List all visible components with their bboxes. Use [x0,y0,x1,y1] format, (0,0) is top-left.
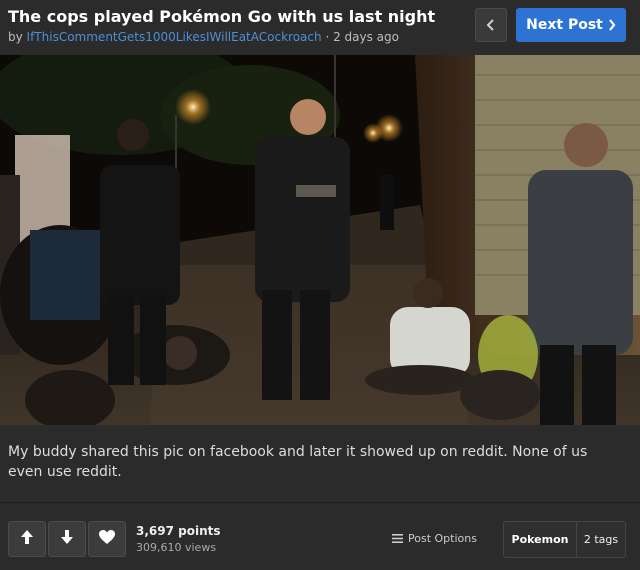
byline: by IfThisCommentGets1000LikesIWillEatACo… [8,30,399,44]
post-header: The cops played Pokémon Go with us last … [0,0,640,55]
post-description: My buddy shared this pic on facebook and… [8,444,588,480]
downvote-button[interactable] [48,521,86,557]
views-count: 309,610 views [136,541,217,554]
divider [0,502,640,503]
chevron-left-icon [486,16,496,35]
upvote-button[interactable] [8,521,46,557]
previous-post-button[interactable] [475,8,507,42]
favorite-button[interactable] [88,521,126,557]
next-post-label: Next Post [526,17,603,33]
byline-prefix: by [8,30,23,44]
tags-box: Pokemon 2 tags [503,521,626,558]
tags-count[interactable]: 2 tags [577,533,625,546]
arrow-down-icon [60,529,74,549]
post-title: The cops played Pokémon Go with us last … [8,7,436,26]
author-link[interactable]: IfThisCommentGets1000LikesIWillEatACockr… [27,30,322,44]
post-image[interactable] [0,55,640,425]
post-options-button[interactable]: Post Options [392,532,477,545]
next-post-button[interactable]: Next Post [516,8,626,42]
tag-pokemon[interactable]: Pokemon [504,522,577,557]
chevron-right-icon [608,19,616,31]
arrow-up-icon [20,529,34,549]
post-time: · 2 days ago [325,30,399,44]
post-options-label: Post Options [408,532,477,545]
heart-icon [99,529,115,549]
points-count: 3,697 points [136,524,221,538]
menu-icon [392,534,403,543]
night-street-photo [0,55,640,425]
